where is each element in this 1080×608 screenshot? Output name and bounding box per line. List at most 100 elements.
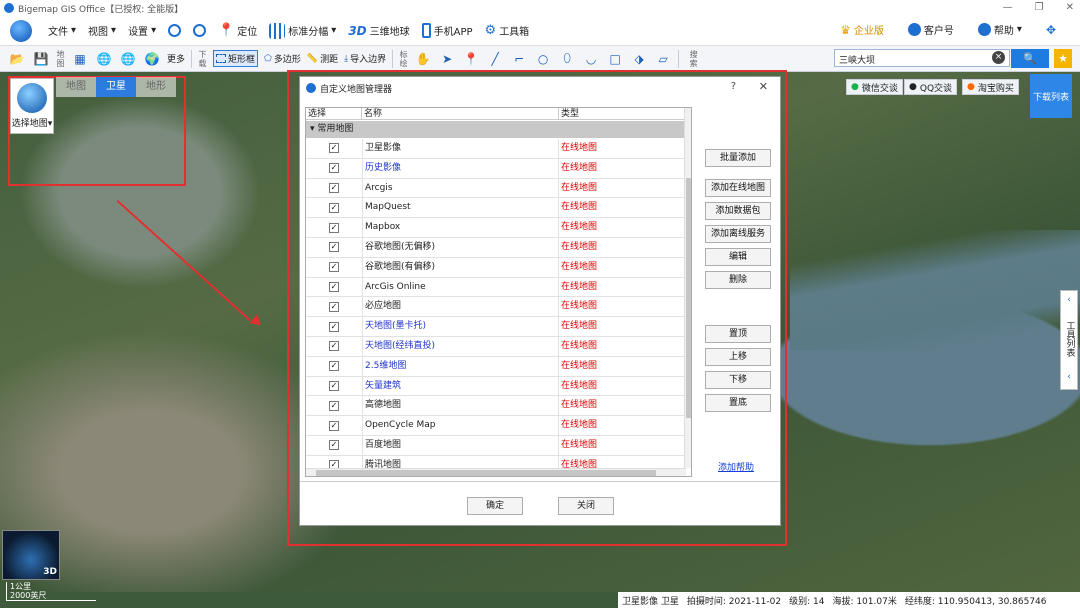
row-checkbox[interactable]: ✓ [329,182,339,193]
row-checkbox[interactable]: ✓ [329,361,339,372]
import-border-button[interactable]: ⤓ 导入边界 [344,52,386,66]
bigemap-logo-icon[interactable] [10,19,32,42]
table-row[interactable]: ✓ ArcGis Online 在线地图 [306,277,686,298]
horizontal-scrollbar[interactable] [306,468,686,476]
more-maps-button[interactable]: 更多 [167,52,185,65]
menu-file[interactable]: 文件 ▾ [48,23,76,38]
table-row[interactable]: ✓ 高德地图 在线地图 [306,396,686,417]
locate-button[interactable]: 📍 定位 [218,23,257,38]
line-icon[interactable]: ╱ [486,50,504,68]
save-icon[interactable]: 💾 [32,50,50,68]
tag-icon[interactable]: ⬗ [630,50,648,68]
hand-pan-icon[interactable]: ✋ [414,50,432,68]
3d-earth-button[interactable]: 3D 三维地球 [348,23,409,39]
row-checkbox[interactable]: ✓ [329,420,339,431]
map-tab-map[interactable]: 地图 [56,77,96,97]
pointer-icon[interactable]: ➤ [438,50,456,68]
mobile-app-button[interactable]: 手机APP [421,23,473,38]
row-checkbox[interactable]: ✓ [329,242,339,253]
add-online-map-button[interactable]: 添加在线地图 [705,179,771,197]
minimize-button[interactable]: — [1003,2,1013,13]
table-row[interactable]: ✓ Mapbox 在线地图 [306,218,686,238]
table-row[interactable]: ✓ 矢量建筑 在线地图 [306,376,686,397]
row-checkbox[interactable]: ✓ [329,400,339,411]
table-row[interactable]: ✓ 卫星影像 在线地图 [306,139,686,159]
download-list-button[interactable]: 下载列表 [1030,74,1072,118]
globe-icon[interactable]: 🌐 [119,50,137,68]
square-icon[interactable]: □ [606,50,624,68]
polygon-select-button[interactable]: ⬠ 多边形 [264,52,301,66]
scroll-thumb[interactable] [686,178,691,418]
menu-settings[interactable]: 设置 ▾ [128,23,156,38]
globe-icon[interactable]: 🌍 [143,50,161,68]
measure-button[interactable]: 📏 测距 [307,52,338,66]
add-help-link[interactable]: 添加帮助 [718,460,754,473]
scroll-thumb[interactable] [316,470,656,476]
table-row[interactable]: ✓ Arcgis 在线地图 [306,178,686,199]
edit-button[interactable]: 编辑 [705,248,771,266]
table-row[interactable]: ✓ 天地图(经纬直投) 在线地图 [306,336,686,357]
search-input[interactable]: 三峡大坝 [834,49,1010,67]
add-offline-service-button[interactable]: 添加离线服务 [705,225,771,243]
favorite-star-button[interactable]: ★ [1054,49,1072,68]
move-bottom-button[interactable]: 置底 [705,394,771,412]
map-layers-icon[interactable]: ▦ [71,50,89,68]
zoom-in-button[interactable] [168,24,182,37]
row-checkbox[interactable]: ✓ [329,440,339,451]
standard-grid-button[interactable]: 标准分幅 ▾ [269,22,336,39]
ok-button[interactable]: 确定 [467,497,523,515]
zoom-out-button[interactable] [193,24,207,37]
toolbox-button[interactable]: ⚙ 工具箱 [485,23,530,38]
wechat-chat-button[interactable]: ● 微信交谈 [846,79,903,95]
dialog-help-button[interactable]: ? [731,81,736,92]
table-row[interactable]: ✓ 谷歌地图(有偏移) 在线地图 [306,257,686,278]
row-checkbox[interactable]: ✓ [329,281,339,292]
qq-chat-button[interactable]: ● QQ交谈 [904,79,958,95]
close-button[interactable]: 关闭 [558,497,614,515]
marker-icon[interactable]: 📍 [462,50,480,68]
group-row-common-maps[interactable]: ▾ 常用地图 [306,121,686,138]
row-checkbox[interactable]: ✓ [329,202,339,213]
taobao-buy-button[interactable]: ● 淘宝购买 [962,79,1019,95]
map-tab-terrain[interactable]: 地形 [136,77,176,97]
table-row[interactable]: ✓ OpenCycle Map 在线地图 [306,416,686,436]
move-top-button[interactable]: 置顶 [705,325,771,343]
move-up-button[interactable]: 上移 [705,348,771,366]
table-row[interactable]: ✓ 2.5维地图 在线地图 [306,356,686,377]
close-window-button[interactable]: ✕ [1066,2,1074,13]
delete-button[interactable]: 删除 [705,271,771,289]
row-checkbox[interactable]: ✓ [329,262,339,273]
polyline-icon[interactable]: ⌐ [510,50,528,68]
dialog-close-icon[interactable]: ✕ [759,80,768,93]
circle-icon[interactable]: ○ [534,50,552,68]
menu-view[interactable]: 视图 ▾ [88,23,116,38]
maximize-button[interactable]: ❐ [1035,2,1044,13]
vertical-scrollbar[interactable] [684,108,691,468]
3d-globe-thumbnail[interactable]: 3D [2,530,60,580]
row-checkbox[interactable]: ✓ [329,341,339,352]
note-icon[interactable]: ▱ [654,50,672,68]
row-checkbox[interactable]: ✓ [329,321,339,332]
rectangle-select-button[interactable]: 矩形框 [213,50,259,67]
row-checkbox[interactable]: ✓ [329,380,339,391]
enterprise-badge[interactable]: ♛ 企业版 [840,22,884,38]
map-tab-satellite[interactable]: 卫星 [96,77,136,97]
select-map-button[interactable]: 选择地图▾ [10,78,54,134]
move-down-button[interactable]: 下移 [705,371,771,389]
search-button[interactable]: 🔍 [1011,49,1049,68]
ellipse-icon[interactable]: ⬯ [558,50,576,68]
table-row[interactable]: ✓ MapQuest 在线地图 [306,198,686,219]
tool-list-panel[interactable]: ‹ 工具列表 ‹ [1060,290,1078,390]
add-data-package-button[interactable]: 添加数据包 [705,202,771,220]
row-checkbox[interactable]: ✓ [329,222,339,233]
open-folder-icon[interactable]: 📂 [8,50,26,68]
arc-icon[interactable]: ◡ [582,50,600,68]
clear-search-button[interactable]: × [992,51,1005,64]
globe-icon[interactable]: 🌐 [95,50,113,68]
row-checkbox[interactable]: ✓ [329,301,339,312]
table-row[interactable]: ✓ 必应地图 在线地图 [306,297,686,318]
more-options-icon[interactable]: ✥ [1046,23,1056,37]
table-row[interactable]: ✓ 历史影像 在线地图 [306,158,686,179]
account-button[interactable]: 客户号 [907,22,954,37]
table-row[interactable]: ✓ 百度地图 在线地图 [306,435,686,456]
